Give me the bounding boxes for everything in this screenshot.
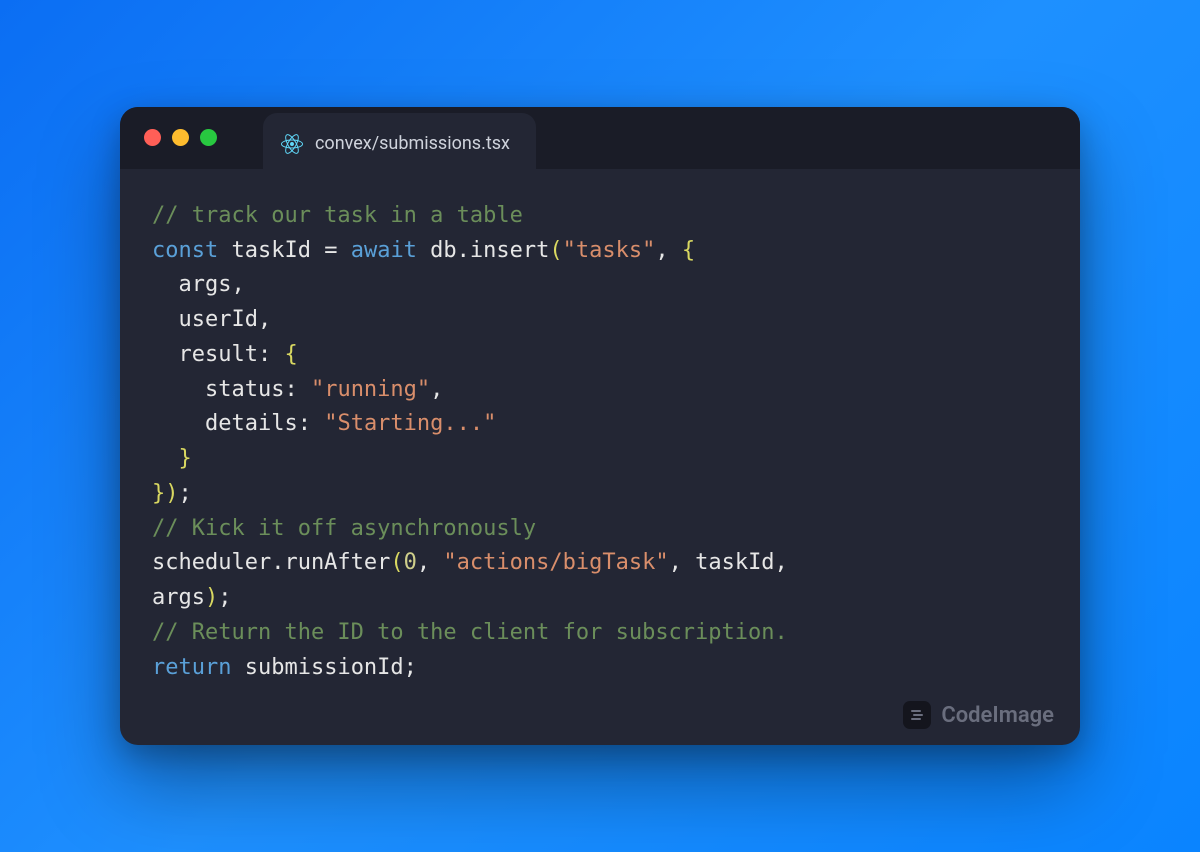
maximize-icon[interactable] — [200, 129, 217, 146]
code-ident: taskId — [218, 238, 324, 263]
code-prop: result — [152, 342, 258, 367]
code-string: "Starting..." — [324, 411, 496, 436]
code-punc: ; — [218, 585, 231, 610]
code-editor[interactable]: // track our task in a table const taskI… — [120, 169, 1080, 746]
code-number: 0 — [404, 550, 417, 575]
code-punc: : — [284, 377, 311, 402]
code-prop: args — [152, 272, 231, 297]
codeimage-logo-icon — [903, 701, 931, 729]
code-operator: = — [324, 238, 351, 263]
code-paren: ) — [165, 481, 178, 506]
file-tab[interactable]: convex/submissions.tsx — [263, 113, 536, 175]
tab-filename: convex/submissions.tsx — [315, 133, 510, 154]
code-comment: // Kick it off asynchronously — [152, 516, 536, 541]
code-ident: args — [152, 585, 205, 610]
code-punc: , — [417, 550, 444, 575]
code-keyword-const: const — [152, 238, 218, 263]
code-prop: status — [152, 377, 284, 402]
code-punc: , — [258, 307, 271, 332]
code-window: convex/submissions.tsx // track our task… — [120, 107, 1080, 746]
code-keyword-return: return — [152, 655, 231, 680]
code-punc: , taskId, — [669, 550, 788, 575]
code-paren: ( — [390, 550, 403, 575]
code-comment: // track our task in a table — [152, 203, 523, 228]
code-punc: , — [430, 377, 443, 402]
code-prop: details — [152, 411, 298, 436]
code-paren: ( — [549, 238, 562, 263]
react-icon — [281, 133, 303, 155]
code-call: db.insert — [417, 238, 549, 263]
code-string: "tasks" — [563, 238, 656, 263]
code-string: "running" — [311, 377, 430, 402]
window-controls — [144, 129, 217, 146]
code-punc: ; — [404, 655, 417, 680]
code-paren: ) — [205, 585, 218, 610]
code-prop: userId — [152, 307, 258, 332]
code-brace: { — [682, 238, 695, 263]
watermark: CodeImage — [903, 701, 1054, 729]
close-icon[interactable] — [144, 129, 161, 146]
code-brace: } — [152, 481, 165, 506]
code-brace: } — [152, 446, 192, 471]
code-punc: : — [298, 411, 325, 436]
code-comment: // Return the ID to the client for subsc… — [152, 620, 788, 645]
code-keyword-await: await — [351, 238, 417, 263]
watermark-label: CodeImage — [941, 703, 1054, 728]
code-ident: submissionId — [231, 655, 403, 680]
code-punc: , — [231, 272, 244, 297]
code-call: scheduler.runAfter — [152, 550, 390, 575]
code-brace: { — [284, 342, 297, 367]
code-punc: ; — [179, 481, 192, 506]
code-punc: : — [258, 342, 285, 367]
code-string: "actions/bigTask" — [443, 550, 668, 575]
window-titlebar: convex/submissions.tsx — [120, 107, 1080, 169]
code-punc: , — [655, 238, 682, 263]
minimize-icon[interactable] — [172, 129, 189, 146]
